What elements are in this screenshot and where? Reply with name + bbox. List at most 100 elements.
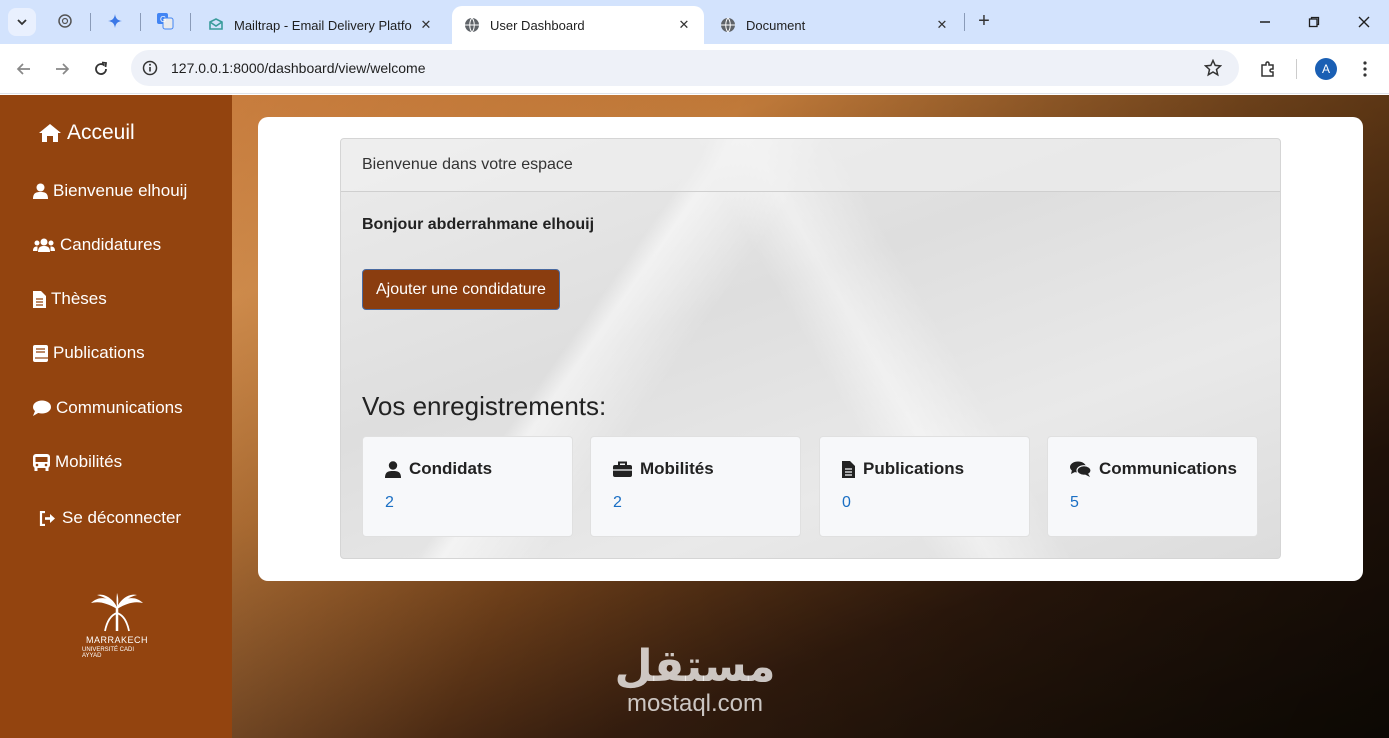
sidebar-item-label: Bienvenue elhouij [53,181,188,200]
stat-value[interactable]: 2 [385,494,394,512]
user-icon [385,460,401,478]
forward-button[interactable] [49,56,75,82]
stat-value[interactable]: 2 [613,494,622,512]
close-icon[interactable]: ✕ [934,17,950,33]
stat-value[interactable]: 5 [1070,494,1079,512]
pinned-tab-translate[interactable]: G [155,11,175,31]
logout-label: Se déconnecter [62,508,182,527]
kebab-menu-icon [1363,61,1367,77]
close-icon[interactable]: ✕ [676,17,692,33]
restore-button[interactable] [1302,10,1326,34]
records-heading: Vos enregistrements: [362,391,607,421]
sidebar-item-publications[interactable]: Publications [33,343,145,363]
restore-icon [1308,16,1320,28]
file-icon [842,460,855,478]
watermark-arabic: مستقل [614,641,776,692]
close-icon [1358,16,1370,28]
address-bar[interactable]: 127.0.0.1:8000/dashboard/view/welcome [131,50,1239,86]
sidebar-item-welcome[interactable]: Bienvenue elhouij [33,181,187,201]
tab-user-dashboard[interactable]: User Dashboard ✕ [452,6,704,44]
tab-mailtrap[interactable]: Mailtrap - Email Delivery Platform ✕ [196,6,446,44]
sidebar-item-label: Publications [53,343,145,362]
logo-subtext: UNIVERSITÉ CADI AYYAD [82,647,135,659]
stat-header: Mobilités [613,459,714,479]
new-tab-button[interactable]: + [974,11,994,31]
tab-document[interactable]: Document ✕ [708,6,962,44]
minimize-button[interactable] [1253,10,1277,34]
mailtrap-icon [208,17,224,33]
site-info-icon[interactable] [141,59,159,77]
sidebar-item-communications[interactable]: Communications [33,398,183,418]
sidebar-item-mobilites[interactable]: Mobilités [33,452,122,472]
bookmark-star-icon[interactable] [1203,58,1223,78]
translate-icon: G [157,13,174,30]
stat-card-condidats[interactable]: Condidats 2 [362,436,573,537]
reload-button[interactable] [88,56,114,82]
home-icon [39,124,61,142]
reload-icon [95,61,108,75]
puzzle-icon [1261,61,1274,77]
stat-header: Condidats [385,459,492,479]
toolbar-divider [1296,59,1297,79]
sparkle-icon [108,14,122,28]
book-icon [33,344,48,362]
comments-icon [1070,461,1091,477]
stat-card-communications[interactable]: Communications 5 [1047,436,1258,537]
back-button[interactable] [11,56,37,82]
watermark-latin: mostaql.com [626,690,764,717]
comment-icon [33,400,51,416]
sidebar-item-label: Mobilités [55,452,123,471]
profile-button[interactable]: A [1314,57,1338,81]
tab-title: Document [746,17,806,33]
sidebar-item-theses[interactable]: Thèses [33,289,107,309]
bus-icon [33,453,50,471]
palm-logo-icon [91,593,143,632]
extensions-button[interactable] [1256,57,1280,81]
logout-link[interactable]: Se déconnecter [39,508,181,528]
browser-tab-bar: G Mailtrap - Email Delivery Platform ✕ U… [0,0,1389,44]
sidebar-item-home[interactable]: Acceuil [38,121,135,145]
tab-divider [90,13,91,31]
close-icon[interactable]: ✕ [418,17,434,33]
tab-title: User Dashboard [490,17,585,33]
svg-text:G: G [160,15,166,24]
tab-divider [964,13,965,31]
pinned-tab-gemini[interactable] [105,11,125,31]
tab-divider [190,13,191,31]
sidebar-item-label: Candidatures [60,235,162,254]
arrow-right-icon [56,63,70,75]
content-card: Bienvenue dans votre espace Bonjour abde… [258,117,1363,581]
user-icon [33,183,48,199]
stat-card-mobilites[interactable]: Mobilités 2 [590,436,801,537]
browser-toolbar: 127.0.0.1:8000/dashboard/view/welcome A [0,44,1389,94]
stat-card-publications[interactable]: Publications 0 [819,436,1030,537]
tab-divider [140,13,141,31]
stat-header: Publications [842,459,964,479]
url-text[interactable]: 127.0.0.1:8000/dashboard/view/welcome [171,60,426,76]
file-icon [33,290,46,308]
logo-text: MARRAKECH [85,635,148,645]
stat-label: Mobilités [640,459,714,478]
openai-icon [58,14,72,28]
sidebar: Acceuil Bienvenue elhouij Candidatures T… [0,95,232,738]
avatar: A [1315,58,1337,80]
briefcase-icon [613,461,632,477]
sign-out-icon [39,510,55,526]
pinned-tab-chatgpt[interactable] [55,11,75,31]
stat-value[interactable]: 0 [842,494,851,512]
globe-icon [720,17,736,33]
sidebar-item-label: Acceuil [67,121,135,144]
minimize-icon [1260,21,1270,23]
panel-title: Bienvenue dans votre espace [341,139,1280,192]
globe-icon [464,17,480,33]
tab-search-button[interactable] [8,8,36,36]
browser-menu-button[interactable] [1353,57,1377,81]
stat-label: Condidats [409,459,493,478]
watermark: مستقل mostaql.com [610,643,780,717]
window-close-button[interactable] [1352,10,1376,34]
chevron-down-icon [17,19,27,26]
stat-header: Communications [1070,459,1237,479]
add-candidature-button[interactable]: Ajouter une condidature [362,269,560,310]
sidebar-item-candidatures[interactable]: Candidatures [33,235,161,255]
welcome-panel: Bienvenue dans votre espace Bonjour abde… [340,138,1281,559]
